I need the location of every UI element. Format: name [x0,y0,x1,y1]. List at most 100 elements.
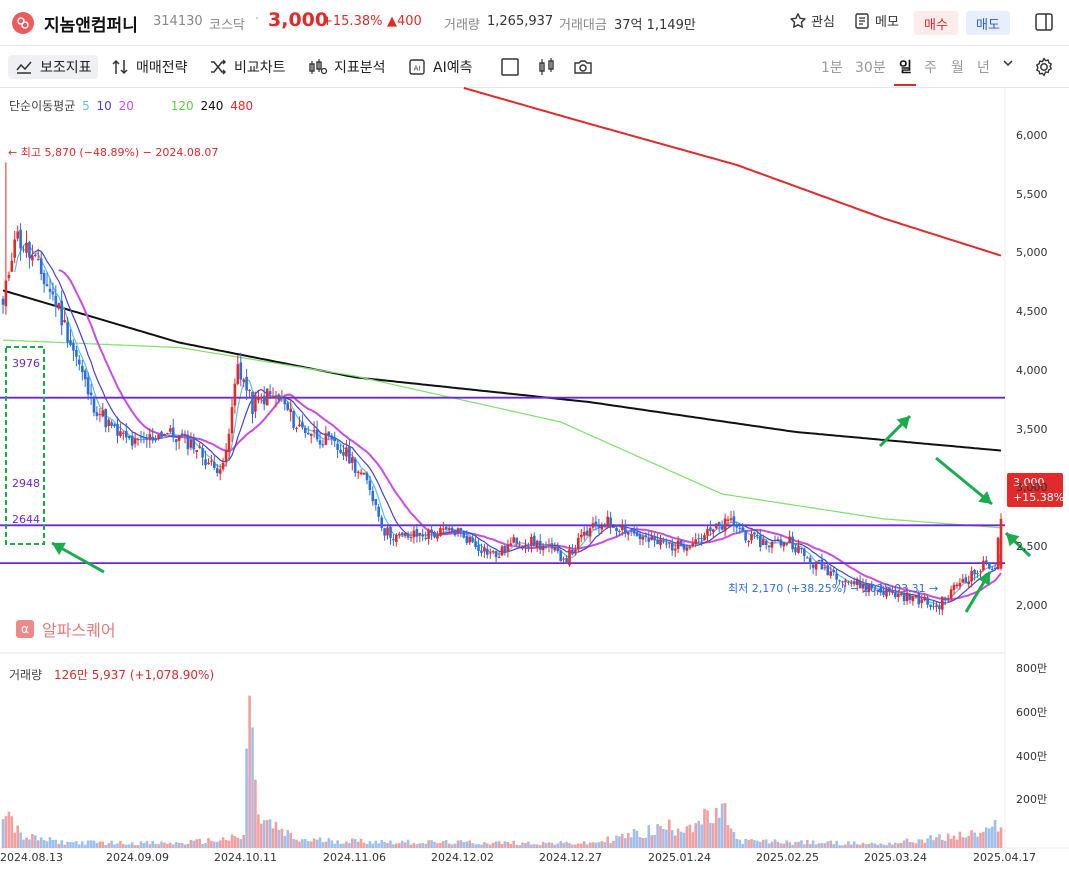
candle-body [585,530,589,536]
volume-bar [4,816,8,848]
volume-bar [779,843,783,848]
candle-body [218,469,222,474]
candle-body [289,408,292,412]
volume-bar [647,825,651,848]
candle-body [999,518,1003,569]
volume-bar [553,844,557,848]
candle-body [262,395,266,405]
volume-bar [565,841,568,848]
candle-body [210,460,213,462]
candle-body [81,365,84,373]
y-tick: 4,000 [1016,364,1048,377]
candle-body [315,429,319,440]
volume-bar [697,820,700,848]
volume-bar [362,842,366,848]
candle-body [433,532,436,538]
candle-body [656,540,659,545]
volume-legend-label: 거래량 [9,668,43,682]
volume-bar [691,832,695,848]
volume-bar [685,826,689,848]
candle-body [582,532,586,536]
candle-body [624,526,627,534]
candle-body [145,438,149,440]
volume-bar [891,844,894,848]
candle-body [380,517,383,528]
volume-bar [533,844,536,848]
volume-bar [101,841,105,848]
volume-bar [841,845,844,848]
date-tick: 2024.12.27 [539,851,602,864]
candle-body [644,535,648,537]
volume-bar [832,844,835,848]
volume-bar [550,842,554,848]
volume-bar [412,843,416,848]
candle-body [4,280,8,307]
indicator-legend[interactable]: 단순이동평균 5 10 20 120 240 480 [9,97,256,114]
candle-body [653,537,656,541]
volume-bar [186,843,190,848]
candle-body [245,376,248,391]
candle-body [122,432,125,434]
candle-body [447,528,451,530]
candle-body [312,430,316,432]
volume-bar [855,844,859,848]
volume-bar [547,842,551,848]
candle-body [148,434,152,441]
volume-bar [7,811,11,848]
volume-bar [301,839,304,848]
candle-body [988,562,991,569]
price-chart[interactable] [0,0,1069,878]
candle-body [13,239,16,258]
candle-body [69,340,72,345]
candle-body [339,449,342,453]
candle-body [600,525,604,530]
volume-legend[interactable]: 거래량 126만 5,937 (+1,078.90%) [9,666,214,683]
volume-bar [442,841,445,848]
volume-bar [624,838,627,848]
volume-bar [577,843,580,848]
volume-tick: 800만 [1016,662,1048,675]
volume-bar [814,844,818,848]
volume-bar [715,807,718,848]
y-tick: 3,000 [1016,481,1048,494]
candle-body [556,547,560,552]
candle-body [659,539,662,546]
volume-bar [477,844,480,848]
volume-bar [852,841,856,848]
hline-label-3976: 3976 [12,357,40,370]
date-tick: 2025.01.24 [648,851,711,864]
volume-bar [483,842,486,848]
candle-body [612,526,615,528]
candle-body [304,428,307,433]
volume-bar [712,823,715,848]
candle-body [958,583,962,587]
volume-bar [494,841,498,848]
volume-bar [351,838,354,848]
candle-body [735,524,739,528]
volume-bar [571,844,574,848]
y-tick: 4,500 [1016,305,1048,318]
volume-bar [990,826,994,848]
candle-body [515,537,518,544]
ma20-label: 20 [118,99,134,113]
volume-bar [486,843,489,848]
volume-bar [315,839,319,848]
candle-body [189,439,193,448]
volume-bar [171,844,175,848]
volume-bar [612,840,615,848]
candle-body [371,491,375,502]
candle-body [336,443,339,450]
candle-body [668,542,671,544]
candle-body [691,543,695,546]
volume-bar [826,841,830,848]
volume-bar [424,843,427,848]
candle-body [547,544,551,546]
volume-bar [618,836,621,848]
candle-body [101,410,105,417]
volume-bar [958,831,962,848]
volume-bar [894,842,897,848]
volume-bar [946,833,950,848]
volume-bar [462,842,466,848]
volume-bar [911,842,915,848]
candle-body [260,397,263,399]
